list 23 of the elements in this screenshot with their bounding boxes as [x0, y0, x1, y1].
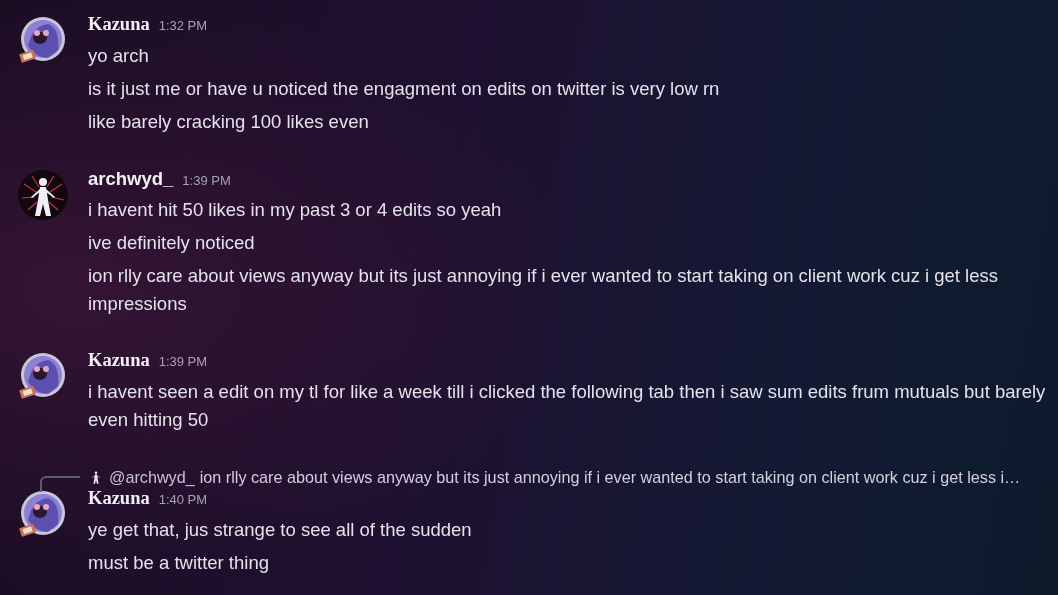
avatar-icon[interactable] — [18, 170, 68, 220]
message-text: ye get that, jus strange to see all of the sudden — [88, 518, 473, 542]
timestamp: 1:32 PM — [158, 18, 208, 33]
username[interactable]: archwyd_ — [88, 168, 174, 190]
reply-preview[interactable]: ion rlly care about views anyway but its just annoying if i ever wanted to start taking on client work cuz i get less i… — [199, 467, 1021, 487]
username[interactable]: Kazuna — [88, 350, 150, 371]
message-text: ive definitely noticed — [88, 231, 256, 255]
avatar-icon[interactable] — [18, 490, 68, 540]
avatar-icon[interactable] — [18, 352, 68, 402]
avatar-icon[interactable] — [18, 16, 68, 66]
message-text: yo arch — [88, 44, 150, 68]
reply-mention[interactable]: @archwyd_ — [109, 467, 195, 487]
message-text: must be a twitter thing — [88, 551, 270, 575]
timestamp: 1:40 PM — [158, 492, 208, 507]
message-text: like barely cracking 100 likes even — [88, 110, 370, 134]
timestamp: 1:39 PM — [182, 173, 231, 188]
message-text: i havent seen a edit on my tl for like a week till i clicked the following tab then i saw sum edits frum mutuals but barely even hitting 50 — [88, 380, 1047, 432]
message-text: ion rlly care about views anyway but its just annoying if i ever wanted to start taking on client work cuz i get less impressions — [88, 264, 1000, 316]
username[interactable]: Kazuna — [88, 14, 150, 35]
message-text: i havent hit 50 likes in my past 3 or 4 edits so yeah — [88, 198, 503, 222]
username[interactable]: Kazuna — [88, 488, 150, 509]
message-text: is it just me or have u noticed the engagment on edits on twitter is very low rn — [88, 77, 721, 101]
timestamp: 1:39 PM — [158, 354, 208, 369]
